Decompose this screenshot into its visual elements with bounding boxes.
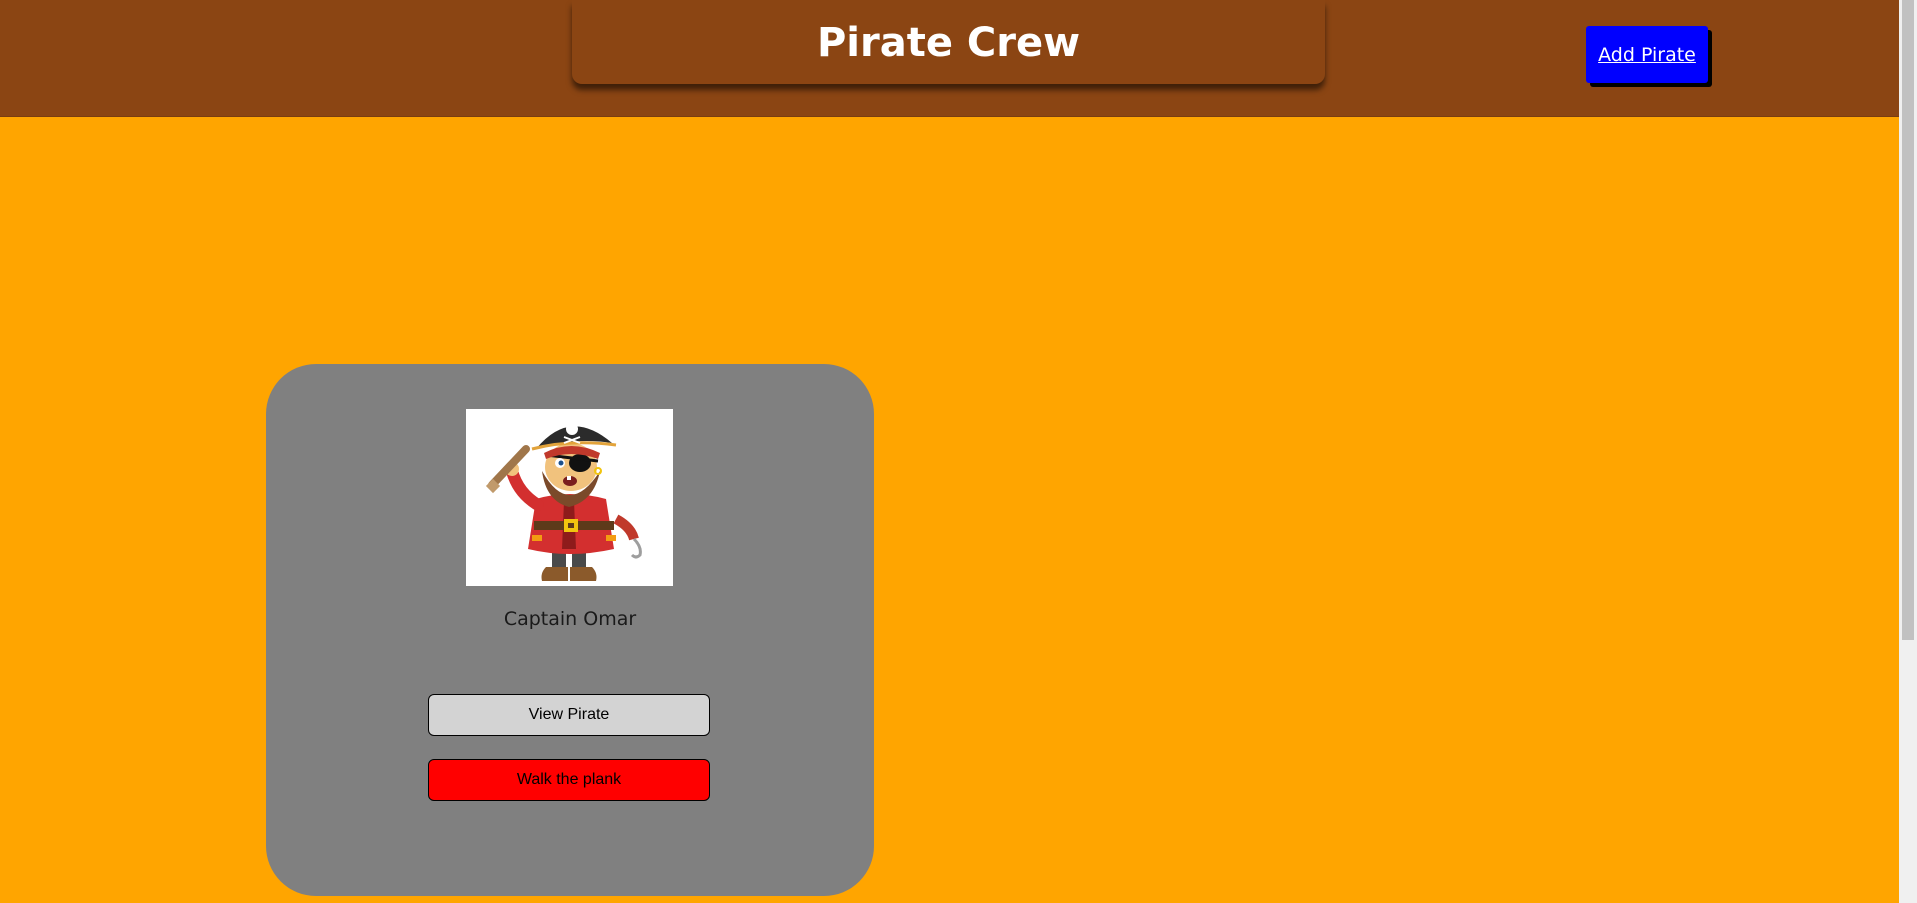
page: Pirate Crew Add Pirate Captain Omar View… <box>0 0 1917 903</box>
walk-the-plank-button[interactable]: Walk the plank <box>428 759 710 801</box>
add-pirate-link[interactable]: Add Pirate <box>1598 44 1696 66</box>
pirate-card: Captain Omar View Pirate Walk the plank <box>266 364 874 896</box>
header-bar: Pirate Crew Add Pirate <box>0 0 1899 117</box>
pirate-captain-image <box>485 423 642 581</box>
title-panel: Pirate Crew <box>572 0 1325 84</box>
vertical-scrollbar[interactable] <box>1899 0 1917 903</box>
view-pirate-button[interactable]: View Pirate <box>428 694 710 736</box>
pirate-name: Captain Omar <box>503 608 637 630</box>
page-title: Pirate Crew <box>816 20 1081 66</box>
scrollbar-thumb[interactable] <box>1902 0 1914 640</box>
add-pirate-button[interactable]: Add Pirate <box>1586 26 1708 83</box>
pirate-avatar <box>466 409 673 586</box>
